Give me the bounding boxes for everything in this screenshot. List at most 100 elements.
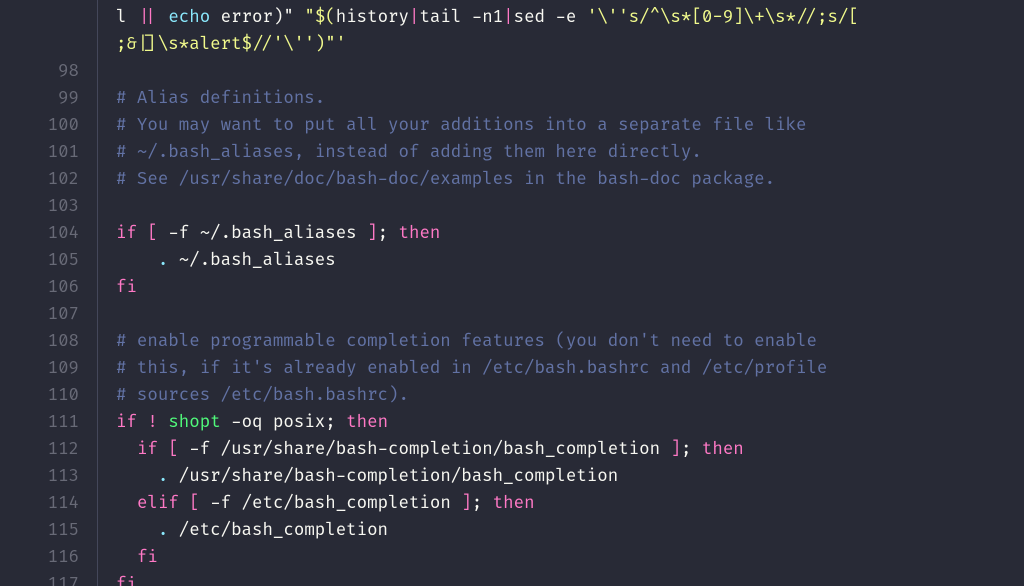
token-default: history <box>336 7 409 28</box>
code-line[interactable]: fi <box>116 544 1024 571</box>
token-op: | <box>503 7 513 28</box>
token-builtin: echo <box>168 7 210 28</box>
line-number: 114 <box>0 490 97 517</box>
line-number: 100 <box>0 112 97 139</box>
code-line[interactable]: if [ -f ~/.bash_aliases ]; then <box>116 220 1024 247</box>
token-default <box>116 547 137 568</box>
token-default: ~/.bash_aliases <box>168 250 335 271</box>
line-number <box>0 4 97 31</box>
token-string: ;&|]\s*alert$//'\'')"' <box>116 34 346 55</box>
token-builtin: . <box>158 250 168 271</box>
code-line[interactable]: fi <box>116 274 1024 301</box>
token-default: /usr/share/bash-completion/bash_completi… <box>168 466 618 487</box>
code-line[interactable]: fi <box>116 571 1024 586</box>
token-default: ; <box>378 223 399 244</box>
code-line[interactable]: . /usr/share/bash-completion/bash_comple… <box>116 463 1024 490</box>
token-default: sed -e <box>514 7 587 28</box>
code-line[interactable] <box>116 193 1024 220</box>
token-keyword: ] <box>367 223 377 244</box>
code-area[interactable]: l || echo error)" "$(history|tail -n1|se… <box>98 0 1024 586</box>
token-keyword: then <box>399 223 441 244</box>
token-comment: # sources /etc/bash.bashrc). <box>116 385 409 406</box>
token-keyword: fi <box>137 547 158 568</box>
token-default: /etc/bash_completion <box>168 520 388 541</box>
token-builtin: . <box>158 520 168 541</box>
token-op: ! <box>147 412 157 433</box>
line-number: 110 <box>0 382 97 409</box>
code-line[interactable]: ;&|]\s*alert$//'\'')"' <box>116 31 1024 58</box>
line-number: 103 <box>0 193 97 220</box>
code-line[interactable]: # this, if it's already enabled in /etc/… <box>116 355 1024 382</box>
code-line[interactable]: if [ -f /usr/share/bash-completion/bash_… <box>116 436 1024 463</box>
token-keyword: [ <box>189 493 199 514</box>
token-op: || <box>137 7 158 28</box>
token-keyword: [ <box>147 223 157 244</box>
token-comment: # this, if it's already enabled in /etc/… <box>116 358 827 379</box>
token-default <box>116 466 158 487</box>
token-default: l <box>116 7 137 28</box>
token-keyword: then <box>702 439 744 460</box>
token-cmd: shopt <box>168 412 220 433</box>
token-default: tail -n1 <box>419 7 503 28</box>
token-default: ; <box>681 439 702 460</box>
token-comment: # ~/.bash_aliases, instead of adding the… <box>116 142 702 163</box>
token-default <box>116 439 137 460</box>
token-keyword: elif <box>137 493 179 514</box>
token-keyword: ] <box>461 493 471 514</box>
token-comment: # See /usr/share/doc/bash-doc/examples i… <box>116 169 775 190</box>
token-builtin: . <box>158 466 168 487</box>
token-default: -oq posix; <box>221 412 347 433</box>
token-default <box>137 412 147 433</box>
token-comment: # Alias definitions. <box>116 88 325 109</box>
token-keyword: if <box>116 412 137 433</box>
code-line[interactable]: # enable programmable completion feature… <box>116 328 1024 355</box>
line-number: 113 <box>0 463 97 490</box>
line-number: 104 <box>0 220 97 247</box>
token-default <box>158 439 168 460</box>
code-line[interactable]: # See /usr/share/doc/bash-doc/examples i… <box>116 166 1024 193</box>
code-line[interactable]: . ~/.bash_aliases <box>116 247 1024 274</box>
line-number: 102 <box>0 166 97 193</box>
code-line[interactable]: # You may want to put all your additions… <box>116 112 1024 139</box>
code-line[interactable]: # Alias definitions. <box>116 85 1024 112</box>
token-default <box>116 250 158 271</box>
line-number-gutter: 9899100101102103104105106107108109110111… <box>0 0 98 586</box>
code-line[interactable]: if ! shopt -oq posix; then <box>116 409 1024 436</box>
line-number: 109 <box>0 355 97 382</box>
token-comment: # You may want to put all your additions… <box>116 115 806 136</box>
token-default <box>179 493 189 514</box>
code-line[interactable]: # sources /etc/bash.bashrc). <box>116 382 1024 409</box>
token-default <box>158 7 168 28</box>
line-number: 98 <box>0 58 97 85</box>
line-number: 116 <box>0 544 97 571</box>
line-number: 99 <box>0 85 97 112</box>
line-number: 112 <box>0 436 97 463</box>
line-number: 106 <box>0 274 97 301</box>
code-line[interactable]: # ~/.bash_aliases, instead of adding the… <box>116 139 1024 166</box>
line-number: 107 <box>0 301 97 328</box>
token-default: -f /usr/share/bash-completion/bash_compl… <box>179 439 671 460</box>
code-line[interactable]: l || echo error)" "$(history|tail -n1|se… <box>116 4 1024 31</box>
token-default <box>158 412 168 433</box>
code-line[interactable] <box>116 301 1024 328</box>
token-keyword: if <box>137 439 158 460</box>
token-keyword: if <box>116 223 137 244</box>
token-keyword: fi <box>116 574 137 586</box>
line-number: 117 <box>0 571 97 586</box>
code-editor[interactable]: 9899100101102103104105106107108109110111… <box>0 0 1024 586</box>
token-default: -f /etc/bash_completion <box>200 493 462 514</box>
token-string: "$( <box>304 7 335 28</box>
line-number: 101 <box>0 139 97 166</box>
token-op: | <box>409 7 419 28</box>
code-line[interactable] <box>116 58 1024 85</box>
token-keyword: then <box>346 412 388 433</box>
line-number: 111 <box>0 409 97 436</box>
code-line[interactable]: elif [ -f /etc/bash_completion ]; then <box>116 490 1024 517</box>
token-default <box>116 520 158 541</box>
code-line[interactable]: . /etc/bash_completion <box>116 517 1024 544</box>
line-number: 105 <box>0 247 97 274</box>
line-number: 115 <box>0 517 97 544</box>
token-default: error)" <box>210 7 304 28</box>
token-keyword: then <box>493 493 535 514</box>
line-number <box>0 31 97 58</box>
